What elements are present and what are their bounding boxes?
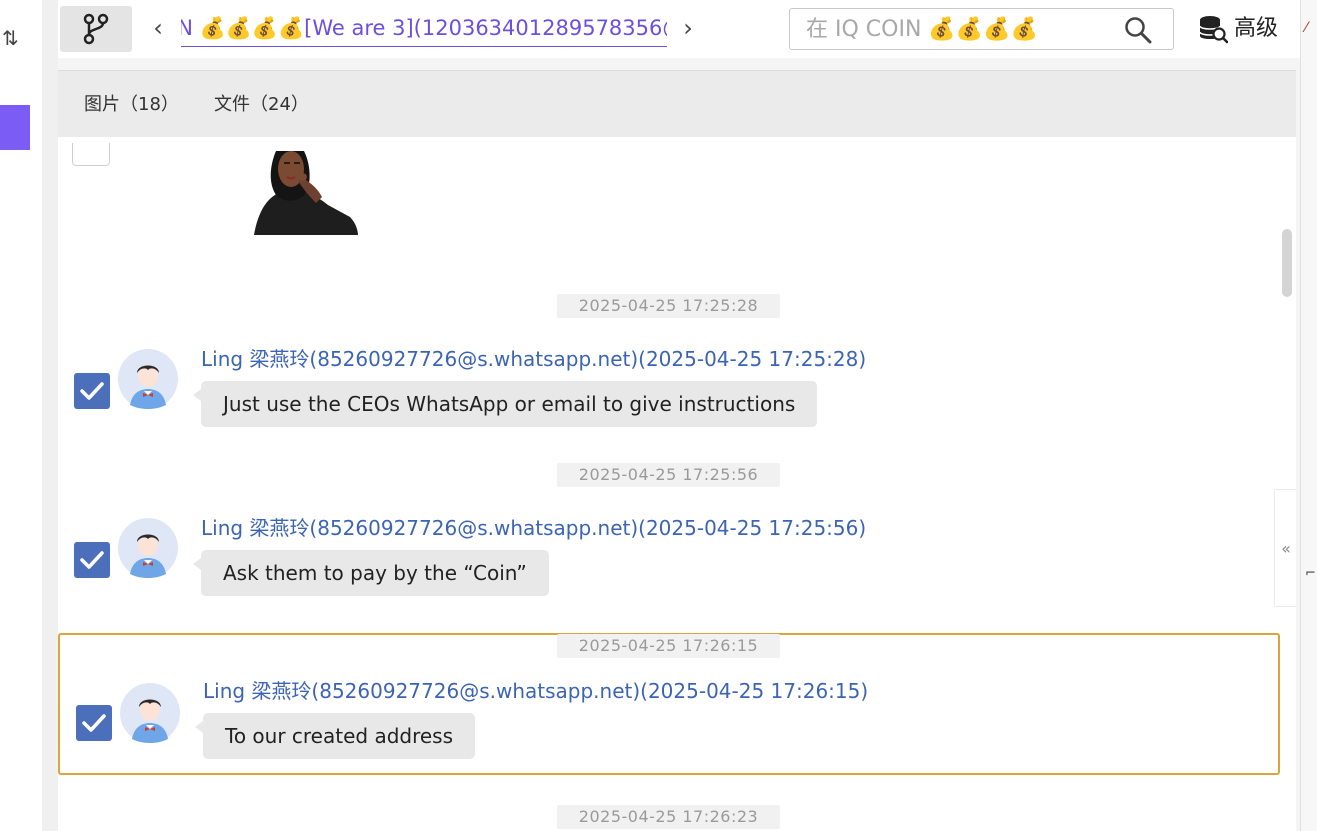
search-box[interactable] — [789, 8, 1174, 50]
message-checkbox-checked[interactable] — [74, 373, 110, 409]
message-sender[interactable]: Ling 梁燕玲(85260927726@s.whatsapp.net)(202… — [203, 677, 868, 705]
message-bubble: To our created address — [194, 713, 476, 759]
branch-button[interactable] — [60, 6, 132, 52]
message-checkbox[interactable] — [72, 143, 110, 166]
message-item: Ling 梁燕玲(85260927726@s.whatsapp.net)(202… — [58, 452, 1280, 596]
message-sender[interactable]: Ling 梁燕玲(85260927726@s.whatsapp.net)(202… — [201, 514, 866, 542]
scrollbar-thumb[interactable] — [1282, 229, 1292, 297]
checkmark-icon — [80, 551, 104, 569]
message-bubble: Just use the CEOs WhatsApp or email to g… — [192, 381, 818, 427]
chevron-right-icon[interactable]: › — [678, 14, 698, 42]
sticker-image — [254, 151, 358, 235]
avatar — [120, 683, 180, 743]
database-search-icon — [1199, 16, 1228, 44]
panel-gutter — [42, 0, 58, 831]
avatar — [118, 518, 178, 578]
advanced-search-button[interactable]: 高级 — [1198, 14, 1278, 44]
checkmark-icon — [82, 714, 106, 732]
checkmark-icon — [80, 382, 104, 400]
right-edge-panel: ⁄ ⌐ — [1300, 0, 1317, 831]
chat-title[interactable]: IN 💰💰💰💰[We are 3](120363401289578356@g.u… — [181, 12, 667, 44]
message-checkbox-checked[interactable] — [74, 542, 110, 578]
search-icon[interactable] — [1124, 16, 1154, 44]
top-toolbar: ‹ IN 💰💰💰💰[We are 3](120363401289578356@g… — [58, 0, 1300, 58]
timestamp-divider: 2025-04-25 17:26:23 — [557, 805, 780, 829]
timestamp-divider: 2025-04-25 17:26:15 — [557, 634, 780, 658]
tab-images[interactable]: 图片（18） — [84, 93, 179, 117]
advanced-label: 高级 — [1234, 16, 1279, 41]
tab-files[interactable]: 文件（24） — [214, 93, 309, 117]
edge-icon: ⌐ — [1305, 566, 1316, 581]
chat-title-link[interactable]: IN 💰💰💰💰[We are 3](120363401289578356@g.u… — [181, 12, 667, 47]
message-checkbox-checked[interactable] — [76, 705, 112, 741]
message-sender[interactable]: Ling 梁燕玲(85260927726@s.whatsapp.net)(202… — [201, 345, 866, 373]
message-item: Ling 梁燕玲(85260927726@s.whatsapp.net)(202… — [58, 283, 1280, 427]
message-list[interactable]: « 2025-04-25 17:25:28 Ling 梁燕玲(852609277… — [58, 137, 1296, 831]
avatar — [118, 349, 178, 409]
left-panel: ⇅ — [0, 0, 42, 831]
branch-icon — [83, 13, 109, 45]
message-bubble: Ask them to pay by the “Coin” — [193, 550, 549, 596]
edge-icon: ⁄ — [1305, 20, 1308, 36]
sort-icon[interactable]: ⇅ — [2, 26, 19, 50]
chevron-left-icon[interactable]: ‹ — [148, 14, 168, 42]
search-input[interactable] — [806, 13, 1116, 45]
media-tabs: 图片（18） 文件（24） — [58, 70, 1296, 137]
active-item-indicator[interactable] — [0, 105, 30, 150]
